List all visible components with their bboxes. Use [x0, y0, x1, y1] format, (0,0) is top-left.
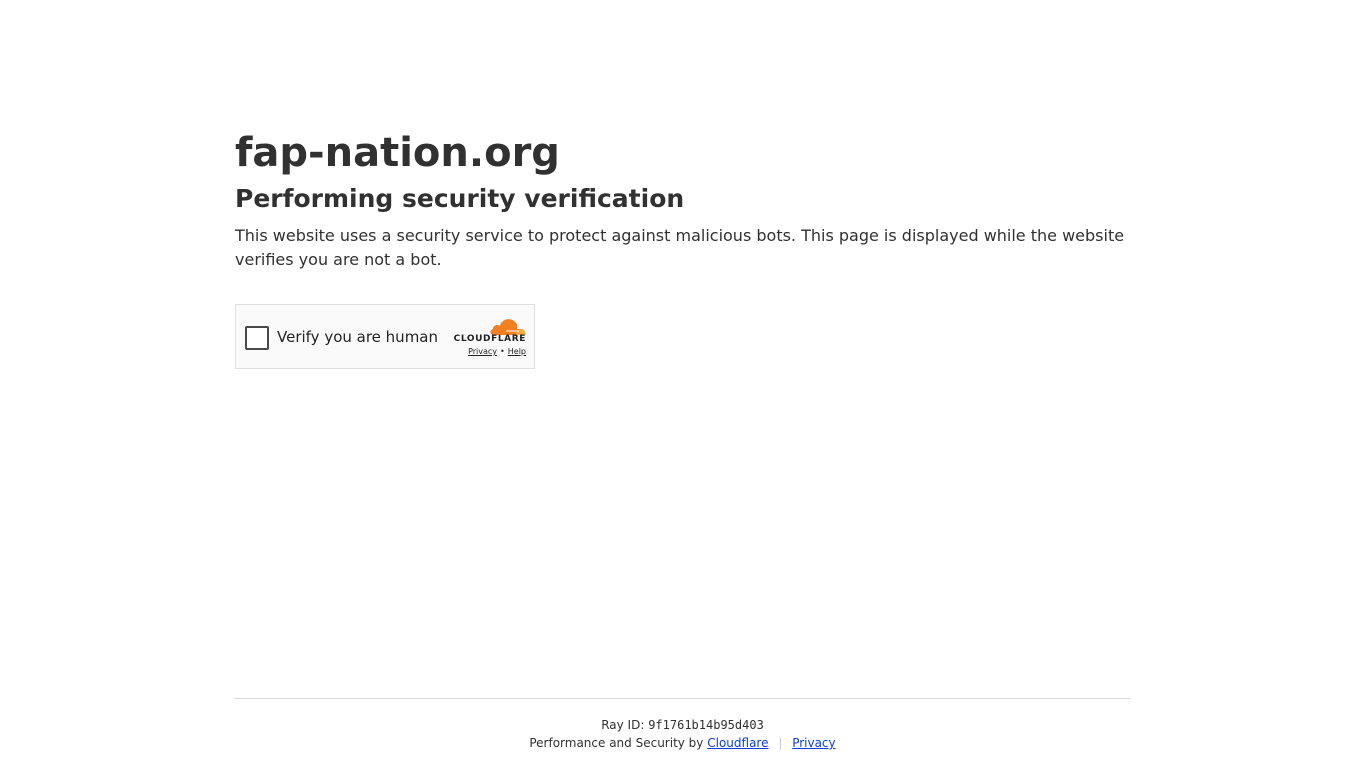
- verification-heading: Performing security verification: [235, 184, 685, 213]
- widget-privacy-link[interactable]: Privacy: [468, 347, 497, 356]
- ray-id-label: Ray ID:: [601, 718, 645, 732]
- performance-line: Performance and Security by Cloudflare |…: [234, 735, 1131, 751]
- widget-link-separator: •: [500, 347, 505, 356]
- footer-divider: |: [778, 736, 783, 750]
- widget-help-link[interactable]: Help: [508, 347, 526, 356]
- verification-page: fap-nation.org Performing security verif…: [0, 0, 1366, 768]
- site-domain-title: fap-nation.org: [235, 130, 560, 176]
- main-content: fap-nation.org Performing security verif…: [235, 128, 1132, 272]
- footer-privacy-link[interactable]: Privacy: [792, 736, 835, 750]
- footer: Ray ID: 9f1761b14b95d403 Performance and…: [234, 698, 1131, 751]
- verification-description: This website uses a security service to …: [235, 226, 1125, 269]
- widget-links: Privacy • Help: [468, 347, 526, 356]
- cloudflare-cloud-icon: [490, 319, 526, 335]
- cloudflare-link[interactable]: Cloudflare: [707, 736, 768, 750]
- ray-id-line: Ray ID: 9f1761b14b95d403: [234, 717, 1131, 733]
- verify-label[interactable]: Verify you are human: [277, 327, 438, 347]
- performance-text: Performance and Security by: [529, 736, 704, 750]
- verify-checkbox[interactable]: [245, 326, 269, 350]
- ray-id-value: 9f1761b14b95d403: [648, 718, 764, 732]
- cloudflare-brand-name: CLOUDFLARE: [453, 334, 526, 344]
- cloudflare-brand: CLOUDFLARE Privacy • Help: [446, 316, 526, 360]
- turnstile-widget: Verify you are human CLOUDFLARE Privacy •…: [235, 304, 535, 369]
